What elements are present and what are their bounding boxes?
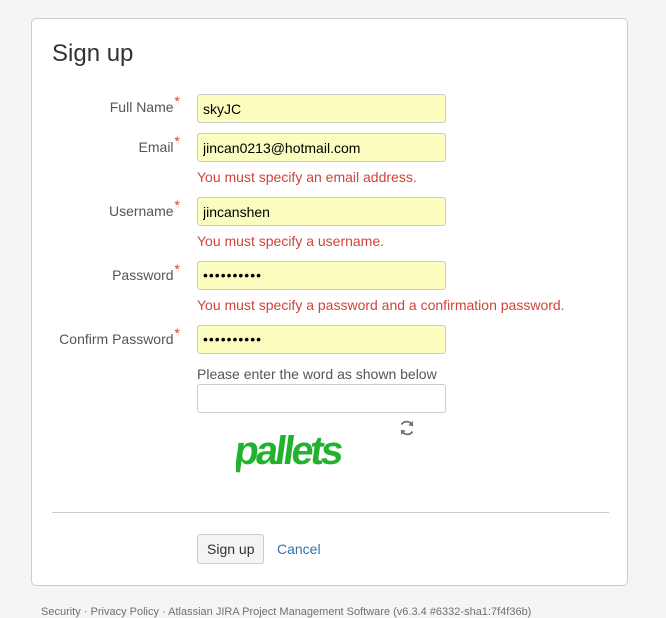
sign-up-button[interactable]: Sign up	[197, 534, 265, 564]
password-error: You must specify a password and a confir…	[197, 297, 565, 313]
full-name-label-text: Full Name	[109, 99, 174, 115]
username-label: Username*	[108, 197, 180, 219]
password-label-text: Password	[112, 267, 174, 283]
required-marker: *	[174, 325, 180, 341]
full-name-label: Full Name*	[109, 93, 180, 115]
divider	[52, 512, 609, 513]
password-label: Password*	[112, 261, 180, 283]
confirm-password-label-text: Confirm Password	[59, 331, 174, 347]
cancel-link[interactable]: Cancel	[277, 541, 321, 557]
captcha-image: pallets	[236, 428, 345, 473]
email-label-text: Email	[138, 139, 174, 155]
refresh-icon[interactable]	[398, 419, 416, 437]
captcha-input[interactable]	[197, 384, 446, 413]
email-label: Email*	[138, 133, 180, 155]
username-label-text: Username	[108, 203, 174, 219]
required-marker: *	[174, 197, 180, 213]
email-error: You must specify an email address.	[197, 169, 417, 185]
full-name-input[interactable]	[197, 94, 446, 123]
captcha-hint: Please enter the word as shown below	[197, 366, 437, 382]
confirm-password-input[interactable]: ••••••••••	[197, 325, 446, 354]
page-title: Sign up	[52, 40, 134, 67]
username-error: You must specify a username.	[197, 233, 385, 249]
signup-panel: Sign up Full Name* Email* You must speci…	[31, 18, 628, 586]
confirm-password-label: Confirm Password*	[59, 325, 180, 347]
username-input[interactable]	[197, 197, 446, 226]
required-marker: *	[174, 133, 180, 149]
footer-links: Security · Privacy Policy · Atlassian JI…	[41, 606, 532, 618]
password-input[interactable]: ••••••••••	[197, 261, 446, 290]
required-marker: *	[174, 261, 180, 277]
required-marker: *	[174, 93, 180, 109]
captcha-word: pallets	[236, 428, 345, 473]
email-input[interactable]	[197, 133, 446, 162]
